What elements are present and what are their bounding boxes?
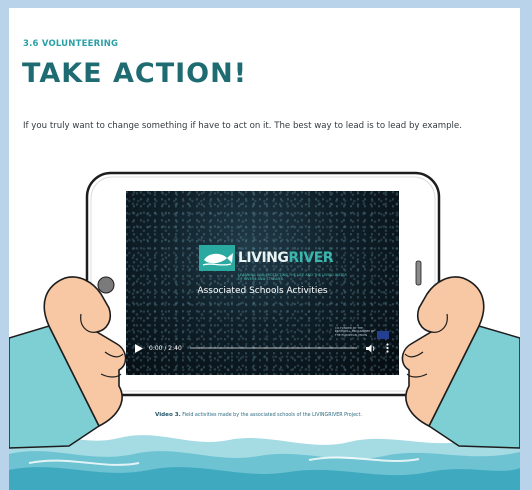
partner-text: CO-FUNDED BY THE ERASMUS+ PROGRAMME OF T… [335, 325, 375, 337]
caption-label: Video 3. [155, 412, 181, 418]
livingriver-logo: LIVINGRIVER [199, 245, 334, 271]
volume-icon [366, 344, 375, 352]
fish-logo-icon [199, 245, 235, 271]
logo-tagline: LEARNING AND PROTECTING THE LIFE AND THE… [238, 273, 347, 281]
water-waves-decoration [9, 434, 520, 490]
volume-button[interactable] [365, 341, 377, 355]
video-time: 0:00 / 2:40 [149, 344, 182, 352]
logo-text-main: LIVING [238, 250, 289, 266]
document-page: 3.6 VOLUNTEERING TAKE ACTION! If you tru… [9, 8, 520, 490]
video-caption: Video 3. Field activities made by the as… [155, 412, 362, 418]
video-progress-bar[interactable] [189, 347, 357, 349]
eu-flag-icon [377, 331, 389, 339]
more-vertical-icon [385, 343, 389, 353]
play-icon [135, 343, 143, 353]
video-player[interactable]: LIVINGRIVER LEARNING AND PROTECTING THE … [126, 191, 399, 375]
play-button[interactable] [132, 341, 146, 355]
logo-text-accent: RIVER [288, 250, 334, 266]
tablet-home-button [97, 276, 115, 294]
video-title: Associated Schools Activities [197, 286, 328, 296]
caption-text: Field activities made by the associated … [182, 413, 363, 418]
video-controls: 0:00 / 2:40 [126, 341, 399, 355]
more-options-button[interactable] [381, 341, 393, 355]
